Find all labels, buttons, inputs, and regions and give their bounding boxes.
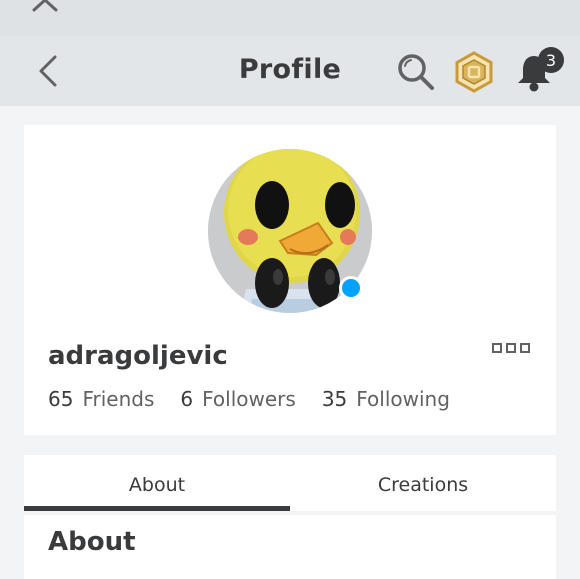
tab-about[interactable]: About	[24, 455, 290, 511]
following-label: Following	[356, 387, 450, 411]
top-nav-bar: Profile 3	[0, 36, 580, 106]
tab-creations[interactable]: Creations	[290, 455, 556, 511]
following-stat[interactable]: 35 Following	[322, 387, 450, 411]
search-button[interactable]	[394, 50, 438, 94]
friends-label: Friends	[82, 387, 155, 411]
friends-stat[interactable]: 65 Friends	[48, 387, 154, 411]
status-bar	[0, 0, 580, 36]
following-count: 35	[321, 387, 348, 411]
robux-icon	[455, 51, 493, 93]
about-heading: About	[48, 527, 136, 557]
online-status-dot	[339, 276, 363, 300]
followers-label: Followers	[202, 387, 296, 411]
social-stats: 65 Friends 6 Followers 35 Following	[48, 387, 476, 411]
more-options-button[interactable]	[492, 343, 536, 357]
followers-count: 6	[180, 387, 194, 411]
followers-stat[interactable]: 6 Followers	[180, 387, 295, 411]
more-dot-icon	[520, 343, 530, 353]
friends-count: 65	[48, 387, 74, 411]
more-dot-icon	[506, 343, 516, 353]
profile-tabs: About Creations	[24, 455, 556, 511]
about-section: About	[24, 515, 556, 579]
chevron-up-icon[interactable]	[30, 0, 60, 16]
robux-button[interactable]	[454, 51, 494, 93]
username: adragoljevic	[48, 341, 228, 371]
notifications-button[interactable]: 3	[514, 46, 564, 96]
more-dot-icon	[492, 343, 502, 353]
profile-card: adragoljevic 65 Friends 6 Followers 35 F…	[24, 125, 556, 435]
notification-count-badge: 3	[538, 47, 564, 73]
search-icon	[398, 54, 434, 90]
